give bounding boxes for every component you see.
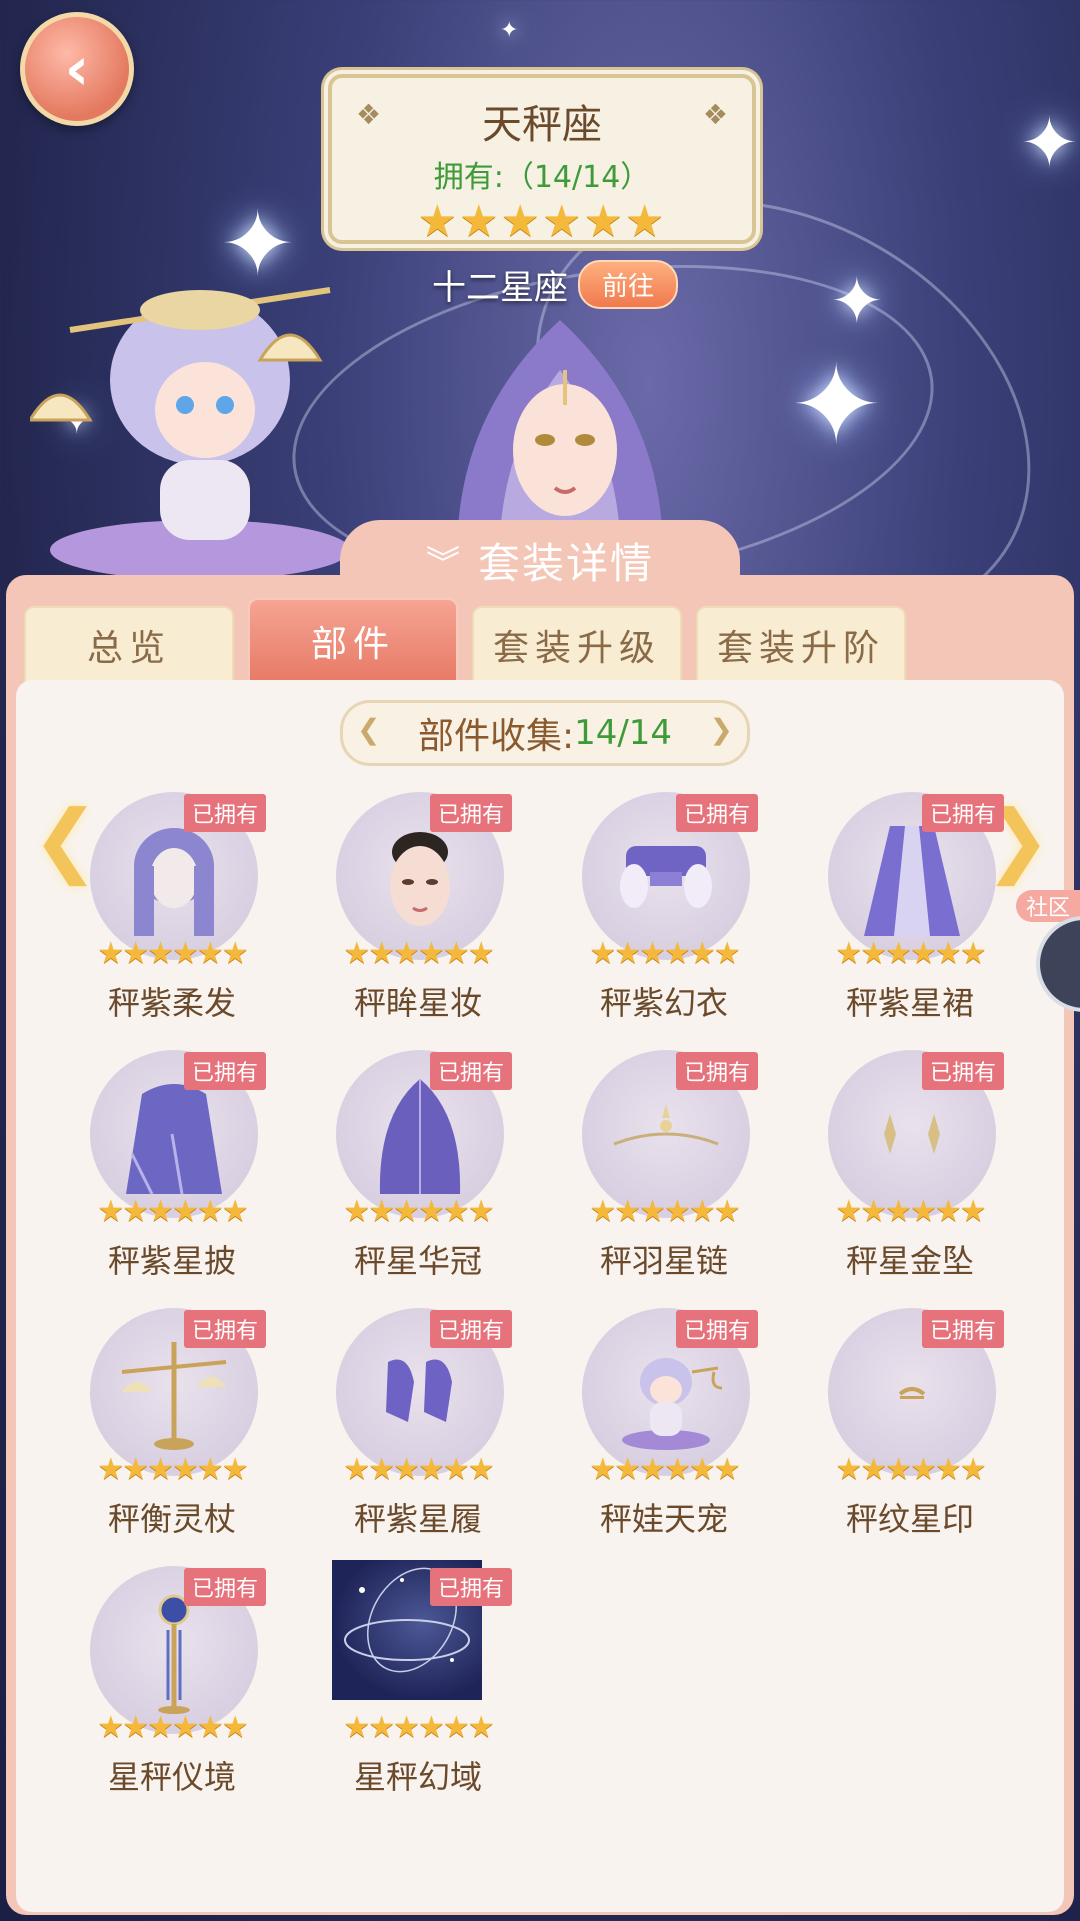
owned-badge: 已拥有 [921, 1310, 1004, 1348]
owned-badge: 已拥有 [429, 1052, 512, 1090]
owned-count: 拥有:（14/14） [433, 160, 651, 195]
part-item[interactable]: 已拥有 ★★★★★★ 秤眸星妆 [318, 786, 518, 1026]
item-star-rating: ★★★★★★ [97, 1194, 248, 1229]
panel-header: ︾ 套装详情 [340, 520, 740, 600]
back-button[interactable]: ‹ [20, 12, 134, 126]
item-name: 秤纹星印 [845, 1500, 974, 1538]
item-star-rating: ★★★★★★ [589, 1194, 740, 1229]
item-star-rating: ★★★★★★ [97, 1452, 248, 1487]
item-star-rating: ★★★★★★ [589, 936, 740, 971]
item-star-rating: ★★★★★★ [343, 936, 494, 971]
tab-set-advance[interactable]: 套装升阶 [696, 606, 906, 684]
part-item[interactable]: 已拥有 ★★★★★★ 秤羽星链 [564, 1044, 764, 1284]
makeup-icon [390, 832, 450, 926]
item-star-rating: ★★★★★★ [97, 1710, 248, 1745]
scepter-icon [158, 1594, 190, 1714]
tab-bar: 总览 部件 套装升级 套装升阶 [24, 598, 906, 684]
owned-badge: 已拥有 [921, 1052, 1004, 1090]
part-item[interactable]: 已拥有 ★★★★★★ 秤紫星履 [318, 1302, 518, 1542]
tab-set-upgrade[interactable]: 套装升级 [472, 606, 682, 684]
sparkle-icon: ✦ [790, 341, 883, 469]
part-item[interactable]: 已拥有 ★★★★★★ 秤娃天宠 [564, 1302, 764, 1542]
skirt-icon [864, 826, 960, 936]
panel-title: 套装详情 [477, 538, 654, 588]
owned-badge: 已拥有 [921, 794, 1004, 832]
scene-background: ✦ ✦ ✦ ✦ ✦ ✦ ✦ ‹ ❖ ❖ 天秤座 拥有:（14/14） ★★★★★… [0, 0, 1080, 600]
parts-count-label: 部件收集: [417, 716, 575, 757]
owned-badge: 已拥有 [183, 794, 266, 832]
veil-icon [379, 1079, 461, 1194]
tab-overview[interactable]: 总览 [24, 606, 234, 684]
part-item[interactable]: 已拥有 ★★★★★★ 秤紫幻衣 [564, 786, 764, 1026]
ornament-icon: ❖ [702, 98, 728, 131]
item-name: 秤紫星披 [107, 1242, 236, 1280]
item-name: 秤紫星裙 [845, 984, 974, 1022]
chain-icon [613, 1104, 719, 1146]
part-item[interactable]: 已拥有 ★★★★★★ 秤紫星披 [72, 1044, 272, 1284]
item-name: 秤衡灵杖 [107, 1500, 236, 1538]
part-item[interactable]: 已拥有 ★★★★★★ 秤纹星印 [810, 1302, 1010, 1542]
part-item[interactable]: 已拥有 ★★★★★★ 秤紫柔发 [72, 786, 272, 1026]
item-star-rating: ★★★★★★ [343, 1452, 494, 1487]
item-name: 秤紫幻衣 [599, 984, 728, 1022]
cape-icon [126, 1084, 222, 1195]
part-item[interactable]: 已拥有 ★★★★★★ 秤星金坠 [810, 1044, 1010, 1284]
scale-staff-icon [121, 1342, 227, 1450]
shoes-icon [386, 1359, 452, 1422]
sparkle-icon: ✦ [830, 265, 884, 339]
part-item[interactable]: 已拥有 ★★★★★★ 秤星华冠 [318, 1044, 518, 1284]
pet-doll-icon [622, 1358, 723, 1450]
sparkle-icon: ✦ [1020, 102, 1079, 184]
item-name: 秤羽星链 [599, 1242, 728, 1280]
collection-row: 十二星座 前往 [432, 259, 679, 309]
owned-badge: 已拥有 [183, 1052, 266, 1090]
constellation-name: 天秤座 [482, 102, 602, 148]
wing-icon: ︾ [425, 543, 460, 584]
owned-badge: 已拥有 [429, 1568, 512, 1606]
item-star-rating: ★★★★★★ [835, 1194, 986, 1229]
item-star-rating: ★★★★★★ [835, 936, 986, 971]
star-rating: ★★★★★★ [417, 196, 667, 247]
owned-badge: 已拥有 [675, 1052, 758, 1090]
part-item[interactable]: 已拥有 ★★★★★★ 星秤仪境 [72, 1560, 272, 1800]
item-star-rating: ★★★★★★ [97, 936, 248, 971]
item-name: 星秤仪境 [107, 1758, 236, 1796]
back-arrow-icon: ‹ [64, 34, 90, 104]
banner-cap-icon: ❯ [709, 713, 733, 746]
item-star-rating: ★★★★★★ [343, 1710, 494, 1745]
part-item[interactable]: 已拥有 ★★★★★★ 星秤幻域 [318, 1560, 518, 1800]
owned-badge: 已拥有 [429, 794, 512, 832]
item-name: 秤星金坠 [845, 1242, 974, 1280]
tab-parts[interactable]: 部件 [248, 598, 458, 684]
item-name: 秤眸星妆 [353, 984, 482, 1022]
goto-button[interactable]: 前往 [578, 259, 679, 309]
item-name: 星秤幻域 [353, 1758, 482, 1796]
item-name: 秤娃天宠 [599, 1500, 728, 1538]
hair-icon [134, 828, 214, 936]
item-name: 秤紫星履 [353, 1500, 482, 1538]
owned-badge: 已拥有 [183, 1568, 266, 1606]
earring-icon [884, 1114, 940, 1154]
item-name: 秤星华冠 [353, 1242, 482, 1280]
constellation-title-card: ❖ ❖ 天秤座 拥有:（14/14） ★★★★★★ [328, 74, 756, 247]
item-star-rating: ★★★★★★ [835, 1452, 986, 1487]
owned-badge: 已拥有 [675, 794, 758, 832]
top-icon [620, 846, 712, 908]
parts-collection-banner: ❮ 部件收集: 14/14 ❯ [340, 700, 750, 766]
item-star-rating: ★★★★★★ [343, 1194, 494, 1229]
owned-badge: 已拥有 [183, 1310, 266, 1348]
parts-count-value: 14/14 [574, 713, 673, 753]
owned-badge: 已拥有 [675, 1310, 758, 1348]
ornament-icon: ❖ [356, 98, 382, 131]
item-name: 秤紫柔发 [107, 984, 236, 1022]
part-item[interactable]: 已拥有 ★★★★★★ 秤紫星裙 [810, 786, 1010, 1026]
collection-label: 十二星座 [432, 267, 568, 308]
chibi-libra-doll [30, 287, 350, 580]
mark-icon [898, 1387, 926, 1399]
sparkle-icon: ✦ [500, 18, 519, 43]
item-star-rating: ★★★★★★ [589, 1452, 740, 1487]
banner-cap-icon: ❮ [357, 713, 381, 746]
owned-badge: 已拥有 [429, 1310, 512, 1348]
part-item[interactable]: 已拥有 ★★★★★★ 秤衡灵杖 [72, 1302, 272, 1542]
